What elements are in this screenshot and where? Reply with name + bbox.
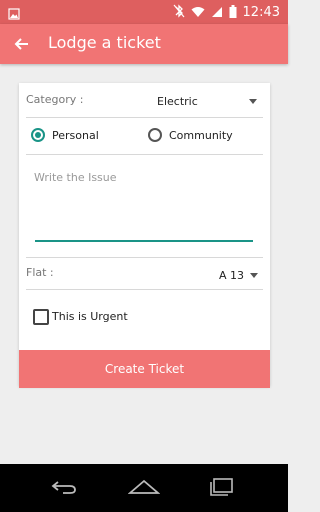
radio-community[interactable]: Community	[148, 127, 258, 147]
issue-input[interactable]: Write the Issue	[34, 171, 253, 235]
category-label: Category :	[26, 93, 84, 106]
status-bar: 12:43	[0, 0, 288, 24]
navigation-bar	[0, 464, 288, 512]
page-title: Lodge a ticket	[48, 33, 161, 52]
urgent-label: This is Urgent	[52, 310, 128, 323]
radio-unselected-icon	[148, 128, 162, 142]
divider	[26, 117, 263, 118]
issue-input-underline	[35, 240, 253, 242]
flat-dropdown[interactable]: A 13	[204, 263, 264, 285]
app-bar: Lodge a ticket	[0, 24, 288, 64]
chevron-down-icon	[250, 273, 258, 278]
radio-selected-icon	[31, 128, 45, 142]
back-icon[interactable]	[50, 478, 78, 500]
divider	[26, 154, 263, 155]
bluetooth-mute-icon	[173, 3, 185, 22]
radio-personal-label: Personal	[52, 129, 99, 142]
image-icon	[8, 5, 20, 24]
category-dropdown[interactable]: Electric	[139, 89, 263, 111]
home-icon[interactable]	[127, 478, 161, 500]
battery-icon	[229, 3, 237, 22]
urgent-checkbox[interactable]	[33, 309, 49, 325]
category-value: Electric	[157, 95, 198, 108]
ticket-form-card: Category : Electric Personal Community W…	[19, 83, 270, 386]
status-time: 12:43	[242, 4, 280, 20]
radio-personal[interactable]: Personal	[31, 127, 131, 147]
recents-icon[interactable]	[208, 478, 236, 500]
divider	[26, 289, 263, 290]
flat-value: A 13	[219, 269, 245, 282]
radio-community-label: Community	[169, 129, 233, 142]
back-arrow-icon[interactable]	[12, 34, 32, 54]
flat-label: Flat :	[26, 266, 54, 279]
chevron-down-icon	[249, 99, 257, 104]
signal-icon	[211, 3, 223, 22]
divider	[26, 257, 263, 258]
create-ticket-button[interactable]: Create Ticket	[19, 350, 270, 388]
wifi-icon	[191, 3, 205, 22]
